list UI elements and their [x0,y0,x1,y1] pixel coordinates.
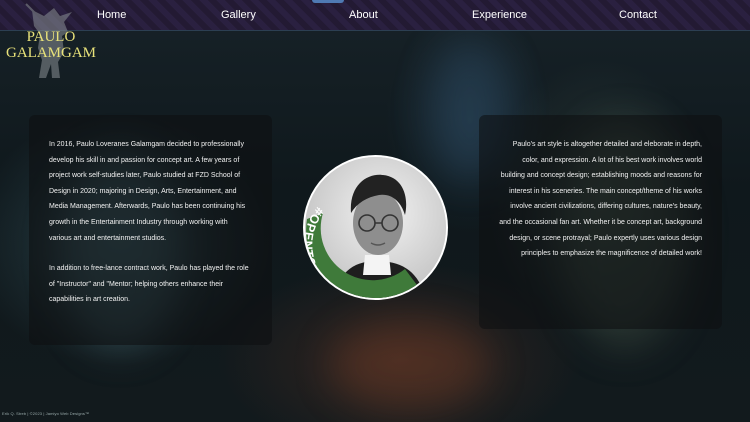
nav-home[interactable]: Home [97,9,126,21]
nav-active-indicator [312,0,344,3]
nav-gallery[interactable]: Gallery [221,9,256,21]
about-paragraph-style: Paulo's art style is altogether detailed… [499,141,702,258]
portrait-photo: #OPENTOWORK [305,157,446,298]
profile-portrait: #OPENTOWORK [303,155,448,300]
nav-contact[interactable]: Contact [619,9,657,21]
top-navigation: Home Gallery About Experience Contact [0,0,750,31]
logo-line-2: GALAMGAM [6,45,96,61]
nav-experience[interactable]: Experience [472,9,527,21]
logo-line-1: PAULO [26,29,76,45]
about-panel-right: Paulo's art style is altogether detailed… [479,115,722,329]
about-paragraph-teaching: In addition to free-lance contract work,… [49,265,249,304]
about-paragraph-history: In 2016, Paulo Loveranes Galamgam decide… [49,141,246,242]
nav-about[interactable]: About [349,9,378,21]
site-logo[interactable]: PAULO GALAMGAM [2,2,100,80]
footer-credit: Erik Q. Streb | ©2023 | Jamiyo Web Desig… [2,411,90,416]
about-panel-left: In 2016, Paulo Loveranes Galamgam decide… [29,115,272,345]
